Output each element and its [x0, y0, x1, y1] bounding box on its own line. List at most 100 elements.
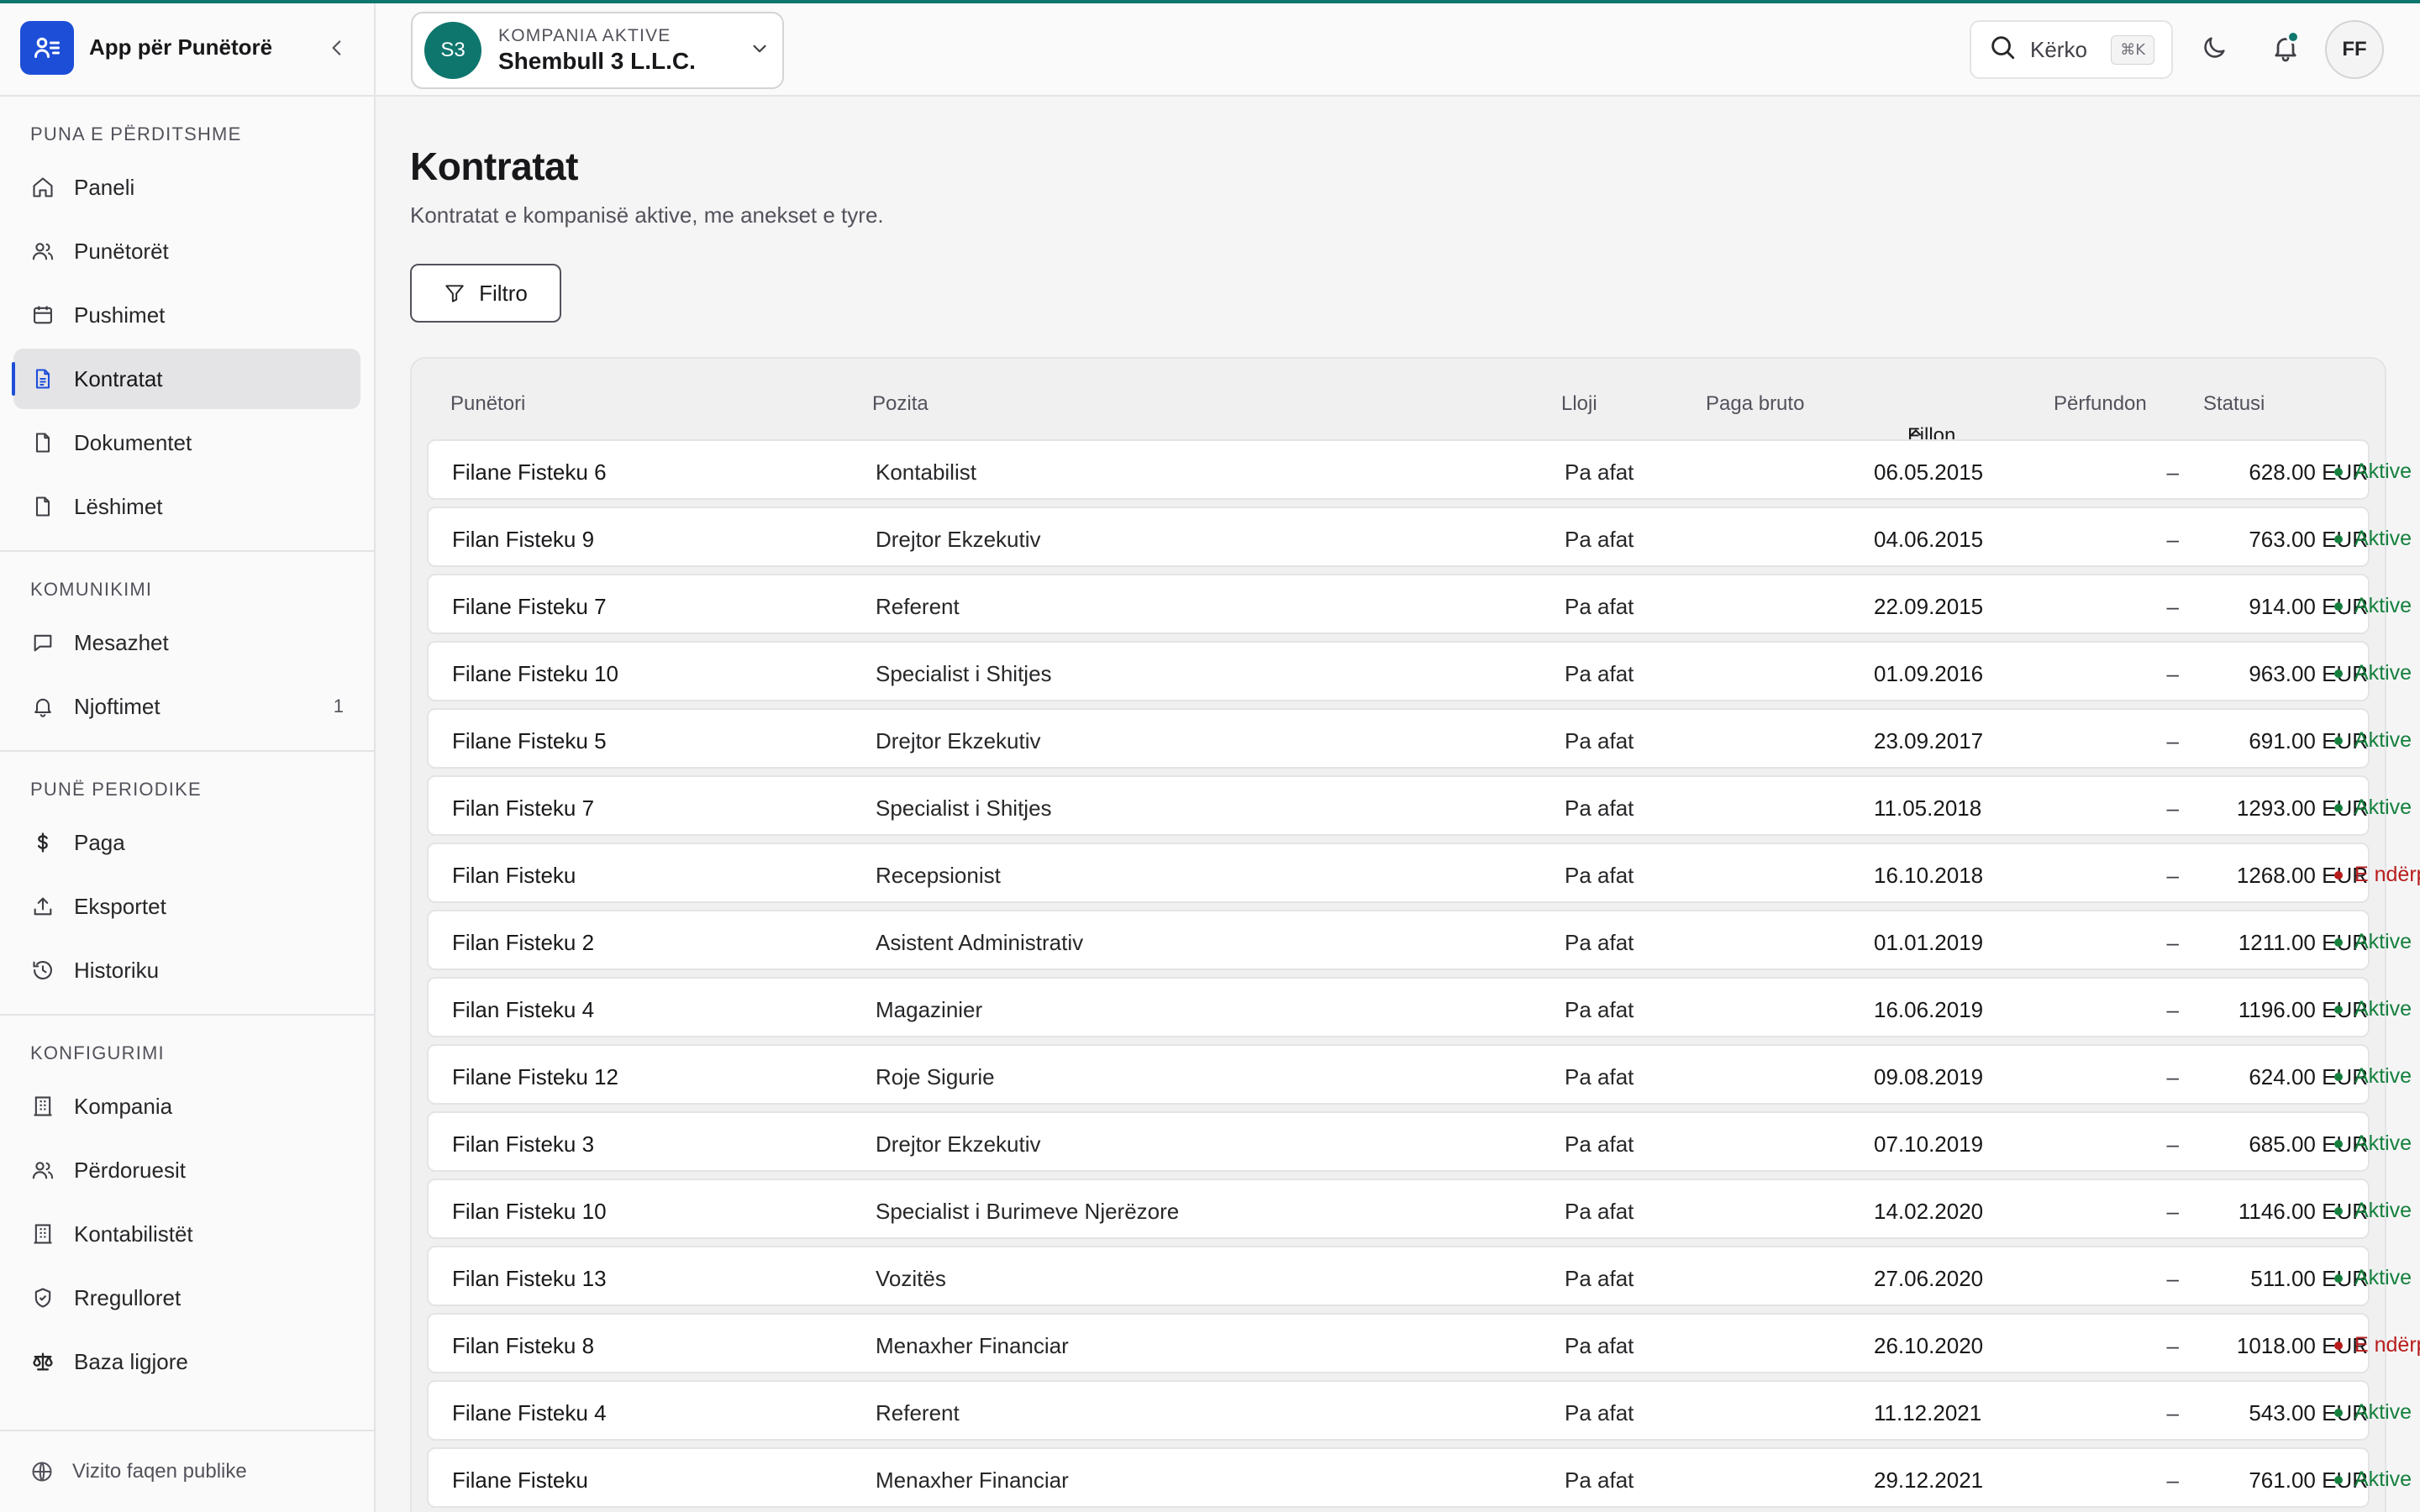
sidebar: App për Punëtorë PUNA E PËRDITSHME Paneli…: [0, 0, 376, 1512]
sidebar-item-baza-ligjore[interactable]: Baza ligjore: [13, 1331, 360, 1392]
sidebar-item-eksportet[interactable]: Eksportet: [13, 876, 360, 937]
visit-public-page-label: Vizito faqen publike: [72, 1460, 247, 1483]
table-row[interactable]: Filan Fisteku 10 Specialist i Burimeve Nj…: [427, 1179, 2412, 1239]
sidebar-item-rregulloret[interactable]: Rregulloret: [13, 1268, 360, 1328]
notifications-button[interactable]: [2266, 30, 2305, 69]
cell-employee: Filan Fisteku 8: [452, 1333, 595, 1358]
sidebar-item-historiku[interactable]: Historiku: [13, 940, 360, 1000]
sidebar-item-label: Kontabilistët: [74, 1221, 193, 1247]
visit-public-page-link[interactable]: Vizito faqen publike: [0, 1430, 374, 1512]
column-end[interactable]: Përfundon: [2054, 392, 2147, 416]
status-dot: [2334, 669, 2343, 678]
cell-position: Specialist i Shitjes: [876, 795, 1052, 821]
table-row[interactable]: Filan Fisteku 9 Drejtor Ekzekutiv Pa afat 7…: [427, 507, 2412, 567]
table-row[interactable]: Filan Fisteku 3 Drejtor Ekzekutiv Pa afat 6…: [427, 1111, 2412, 1172]
cell-employee: Filan Fisteku 10: [452, 1199, 607, 1224]
status-badge: Aktive: [2334, 930, 2412, 954]
shield-icon: [30, 1285, 55, 1310]
sidebar-item-label: Kompania: [74, 1093, 173, 1119]
chevron-down-icon: [749, 38, 771, 64]
cell-start-date: 14.02.2020: [1874, 1199, 1984, 1224]
search-shortcut: ⌘K: [2111, 34, 2154, 65]
table-row[interactable]: Filan Fisteku 4 Magazinier Pa afat 1196.00 …: [427, 977, 2412, 1037]
sidebar-item-mesazhet[interactable]: Mesazhet: [13, 612, 360, 673]
status-label: Aktive: [2354, 459, 2412, 483]
status-label: Aktive: [2354, 594, 2412, 617]
sidebar-item-kontabilistet[interactable]: Kontabilistët: [13, 1204, 360, 1264]
sidebar-item-label: Historiku: [74, 957, 160, 983]
sidebar-item-paga[interactable]: Paga: [13, 812, 360, 873]
company-name: Shembull 3 L.L.C.: [498, 48, 696, 74]
contracts-table: Punëtori Pozita Lloji Paga bruto Fillon …: [410, 357, 2420, 1512]
sidebar-item-leshimet[interactable]: Lëshimet: [13, 476, 360, 537]
cell-position: Menaxher Financiar: [876, 1333, 1069, 1358]
table-row[interactable]: Filane Fisteku 12 Roje Sigurie Pa afat 624.…: [427, 1044, 2412, 1105]
table-row[interactable]: Filane Fisteku Menaxher Financiar Pa afat 7…: [427, 1447, 2412, 1508]
topbar: S3 KOMPANIA AKTIVE Shembull 3 L.L.C. Kër…: [376, 0, 2420, 97]
cell-end-date: –: [2166, 594, 2179, 619]
sidebar-item-label: Dokumentet: [74, 429, 192, 455]
table-row[interactable]: Filan Fisteku 7 Specialist i Shitjes Pa af…: [427, 775, 2412, 836]
search-button[interactable]: Kërko ⌘K: [1970, 20, 2173, 79]
cell-start-date: 07.10.2019: [1874, 1131, 1984, 1157]
column-type[interactable]: Lloji: [1561, 392, 1597, 416]
cell-end-date: –: [2166, 1266, 2179, 1291]
sidebar-item-label: Përdoruesit: [74, 1157, 186, 1183]
user-avatar[interactable]: FF: [2325, 20, 2384, 79]
status-label: Aktive: [2354, 1199, 2412, 1222]
column-employee[interactable]: Punëtori: [450, 392, 525, 416]
table-row[interactable]: Filane Fisteku 6 Kontabilist Pa afat 628.00…: [427, 439, 2412, 500]
cell-start-date: 29.12.2021: [1874, 1467, 1984, 1493]
column-pay[interactable]: Paga bruto: [1706, 392, 1804, 416]
sidebar-item-perdoruesit[interactable]: Përdoruesit: [13, 1140, 360, 1200]
sidebar-item-dokumentet[interactable]: Dokumentet: [13, 412, 360, 473]
filter-button[interactable]: Filtro: [410, 264, 561, 323]
cell-end-date: –: [2166, 1131, 2179, 1157]
cell-end-date: –: [2166, 459, 2179, 485]
sidebar-item-punetoret[interactable]: Punëtorët: [13, 221, 360, 281]
cell-employee: Filan Fisteku: [452, 863, 576, 888]
cell-position: Drejtor Ekzekutiv: [876, 527, 1041, 552]
app-logo-icon[interactable]: [20, 20, 74, 75]
collapse-sidebar-icon[interactable]: [320, 31, 354, 65]
status-label: E ndërprerë: [2354, 863, 2420, 886]
status-badge: Aktive: [2334, 795, 2412, 820]
sidebar-item-njoftimet[interactable]: Njoftimet 1: [13, 676, 360, 737]
status-label: Aktive: [2354, 661, 2412, 685]
status-dot: [2334, 1072, 2343, 1081]
sidebar-item-kompania[interactable]: Kompania: [13, 1076, 360, 1137]
table-row[interactable]: Filan Fisteku 2 Asistent Administrativ Pa …: [427, 910, 2412, 970]
table-row[interactable]: Filane Fisteku 5 Drejtor Ekzekutiv Pa afat…: [427, 708, 2412, 769]
cell-employee: Filane Fisteku 12: [452, 1064, 618, 1089]
table-row[interactable]: Filane Fisteku 10 Specialist i Shitjes Pa …: [427, 641, 2412, 701]
column-position[interactable]: Pozita: [872, 392, 929, 416]
sidebar-item-paneli[interactable]: Paneli: [13, 157, 360, 218]
company-text: KOMPANIA AKTIVE Shembull 3 L.L.C.: [498, 26, 749, 75]
sidebar-item-kontratat[interactable]: Kontratat: [12, 349, 360, 409]
main-content: Kontratat Kontratat e kompanisë aktive, …: [376, 98, 2420, 1512]
table-row[interactable]: Filan Fisteku 13 Vozitës Pa afat 511.00 EUR…: [427, 1246, 2412, 1306]
status-dot: [2334, 467, 2343, 476]
status-label: Aktive: [2354, 997, 2412, 1021]
status-badge: Aktive: [2334, 1467, 2412, 1492]
page-title: Kontratat: [410, 144, 578, 188]
table-row[interactable]: Filan Fisteku 8 Menaxher Financiar Pa afat…: [427, 1313, 2420, 1373]
cell-start-date: 11.05.2018: [1874, 795, 1982, 821]
dark-mode-toggle[interactable]: [2195, 30, 2233, 69]
status-label: Aktive: [2354, 1064, 2412, 1088]
cell-start-date: 27.06.2020: [1874, 1266, 1984, 1291]
table-row[interactable]: Filan Fisteku Recepsionist Pa afat 1268.00 …: [427, 843, 2420, 903]
company-switcher[interactable]: S3 KOMPANIA AKTIVE Shembull 3 L.L.C.: [411, 12, 784, 89]
status-dot: [2334, 1139, 2343, 1148]
cell-start-date: 16.10.2018: [1874, 863, 1984, 888]
sidebar-item-label: Pushimet: [74, 302, 166, 328]
sidebar-section-heading: PUNË PERIODIKE: [30, 779, 202, 800]
table-row[interactable]: Filane Fisteku 4 Referent Pa afat 543.00 EU…: [427, 1380, 2412, 1441]
status-dot: [2334, 1475, 2343, 1484]
cell-position: Referent: [876, 594, 960, 619]
table-row[interactable]: Filane Fisteku 7 Referent Pa afat 914.00 EU…: [427, 574, 2412, 634]
column-status[interactable]: Statusi: [2203, 392, 2265, 416]
status-badge: Aktive: [2334, 594, 2412, 618]
calendar-icon: [30, 302, 55, 328]
sidebar-item-pushimet[interactable]: Pushimet: [13, 285, 360, 345]
